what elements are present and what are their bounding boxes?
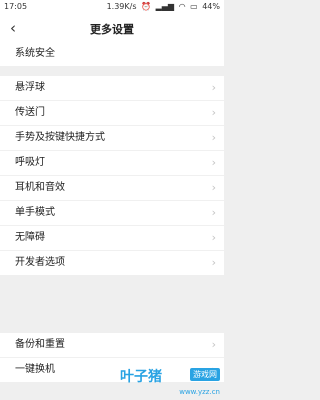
settings-item-label: 单手模式 xyxy=(15,207,55,218)
chevron-right-icon: › xyxy=(211,81,216,94)
settings-item-accessibility[interactable]: 无障碍 › xyxy=(0,226,224,251)
chevron-right-icon: › xyxy=(211,338,216,351)
alarm-icon: ⏰ xyxy=(141,2,152,11)
title-bar: ‹ 更多设置 xyxy=(0,14,224,42)
settings-item-gestures[interactable]: 手势及按键快捷方式 › xyxy=(0,126,224,151)
settings-item-label: 无障碍 xyxy=(15,232,45,243)
chevron-right-icon: › xyxy=(211,106,216,119)
chevron-right-icon: › xyxy=(211,206,216,219)
settings-item-label: 手势及按键快捷方式 xyxy=(15,132,105,143)
settings-item-label: 传送门 xyxy=(15,107,45,118)
settings-item-system-security[interactable]: 系统安全 xyxy=(0,42,224,66)
settings-item-label: 开发者选项 xyxy=(15,257,65,268)
chevron-right-icon: › xyxy=(211,181,216,194)
chevron-right-icon: › xyxy=(211,256,216,269)
settings-item-label: 耳机和音效 xyxy=(15,182,65,193)
page-title: 更多设置 xyxy=(90,23,134,36)
signal-icon: ▂▄▆ xyxy=(155,2,175,11)
watermark-logo: 叶子猪 游戏网 www.yzz.cn xyxy=(120,366,220,396)
wifi-icon: ◠ xyxy=(178,2,186,11)
settings-item-floating-ball[interactable]: 悬浮球 › xyxy=(0,76,224,101)
status-time: 17:05 xyxy=(4,2,28,11)
settings-item-developer-options[interactable]: 开发者选项 › xyxy=(0,251,224,275)
chevron-right-icon: › xyxy=(211,131,216,144)
settings-item-label: 一键换机 xyxy=(15,364,55,375)
settings-group-1: 悬浮球 › 传送门 › 手势及按键快捷方式 › 呼吸灯 › 耳机和音效 › 单手… xyxy=(0,76,224,275)
status-icons: 1.39K/s ⏰ ▂▄▆ ◠ ▭ 44% xyxy=(105,2,220,11)
chevron-right-icon: › xyxy=(211,156,216,169)
settings-item-backup-reset[interactable]: 备份和重置 › xyxy=(0,333,224,358)
watermark-sub: 游戏网 xyxy=(190,368,220,381)
settings-item-portal[interactable]: 传送门 › xyxy=(0,101,224,126)
battery-icon: ▭ xyxy=(190,2,198,11)
settings-item-label: 系统安全 xyxy=(15,48,55,59)
settings-item-one-hand-mode[interactable]: 单手模式 › xyxy=(0,201,224,226)
settings-item-label: 悬浮球 xyxy=(15,82,45,93)
network-speed: 1.39K/s xyxy=(106,2,137,11)
watermark-url: www.yzz.cn xyxy=(179,388,220,396)
settings-item-headphones-audio[interactable]: 耳机和音效 › xyxy=(0,176,224,201)
settings-item-label: 备份和重置 xyxy=(15,339,65,350)
battery-percent: 44% xyxy=(202,2,220,11)
chevron-right-icon: › xyxy=(211,231,216,244)
settings-item-breathing-light[interactable]: 呼吸灯 › xyxy=(0,151,224,176)
settings-group-top: 系统安全 xyxy=(0,42,224,66)
status-bar: 17:05 1.39K/s ⏰ ▂▄▆ ◠ ▭ 44% xyxy=(0,0,224,14)
settings-item-label: 呼吸灯 xyxy=(15,157,45,168)
watermark-brand: 叶子猪 xyxy=(120,369,162,385)
